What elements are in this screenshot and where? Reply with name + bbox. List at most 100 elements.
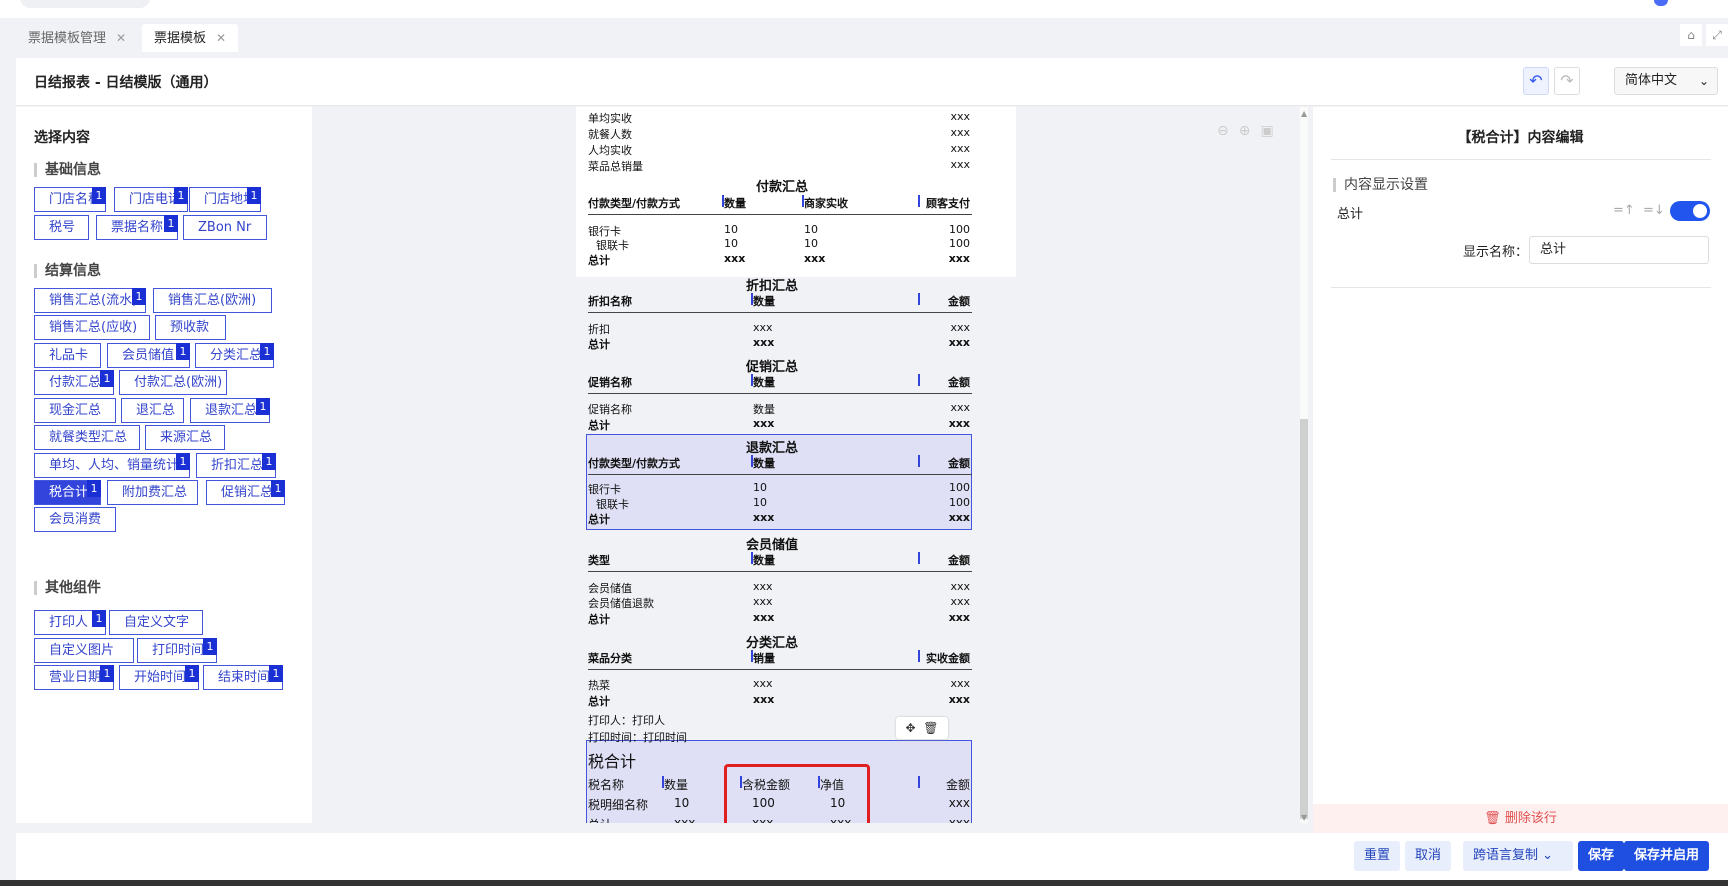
chip-item[interactable]: 付款汇总(欧洲) <box>119 370 227 395</box>
cell: xxx <box>724 252 746 265</box>
redo-button[interactable]: ↷ <box>1554 67 1580 95</box>
column-marker[interactable] <box>918 293 920 305</box>
chip-item[interactable]: 会员消费 <box>34 507 116 532</box>
column-marker[interactable] <box>918 776 920 788</box>
count-badge: 1 <box>92 187 106 204</box>
column-marker[interactable] <box>918 650 920 662</box>
chip-item[interactable]: 退款汇总 1 <box>190 398 270 423</box>
chip-item[interactable]: 税合计 1 <box>34 480 101 505</box>
chip-label: 打印时间 <box>152 643 205 658</box>
chip-item[interactable]: 预收款 <box>155 315 226 340</box>
count-badge: 1 <box>174 187 188 204</box>
cell: xxx <box>753 417 775 430</box>
cell: xxx <box>753 677 773 690</box>
count-badge: 1 <box>203 638 217 655</box>
chip-item[interactable]: 就餐类型汇总 <box>34 425 140 450</box>
chip-item[interactable]: 折扣汇总 1 <box>196 453 276 478</box>
chip-item[interactable]: 税号 <box>34 215 89 240</box>
chip-item[interactable]: 门店地址 1 <box>189 187 261 212</box>
zoom-in-icon[interactable]: ⊕ <box>1239 123 1251 139</box>
section-title: 促销汇总 <box>746 360 799 375</box>
chip-item[interactable]: 营业日期 1 <box>34 665 114 690</box>
chip-item[interactable]: 促销汇总 1 <box>206 480 285 505</box>
chip-item[interactable]: 单均、人均、销量统计 1 <box>34 453 190 478</box>
close-icon[interactable]: ✕ <box>216 31 226 45</box>
column-marker[interactable] <box>918 195 920 207</box>
count-badge: 1 <box>269 665 283 682</box>
copy-language-button[interactable]: 跨语言复制 ⌄ <box>1463 841 1573 871</box>
chip-item[interactable]: 门店名称 1 <box>34 187 106 212</box>
chip-item[interactable]: 现金汇总 <box>34 398 116 423</box>
chip-label: 税号 <box>49 220 76 235</box>
trash-icon: 🗑 <box>1484 811 1505 826</box>
chip-item[interactable]: 自定义图片 <box>34 638 134 663</box>
chip-item[interactable]: 结束时间 1 <box>203 665 283 690</box>
column-marker[interactable] <box>918 374 920 386</box>
reset-button[interactable]: 重置 <box>1354 841 1401 871</box>
chip-item[interactable]: 打印人 1 <box>34 610 106 635</box>
chip-item[interactable]: 付款汇总 1 <box>34 370 114 395</box>
column-header: 促销名称 <box>588 376 632 389</box>
chip-item[interactable]: 销售汇总(流水) 1 <box>34 288 146 313</box>
chip-item[interactable]: 销售汇总(欧洲) <box>153 288 272 313</box>
tab-template[interactable]: 票据模板 ✕ <box>142 24 239 52</box>
undo-button[interactable]: ↶ <box>1523 67 1549 95</box>
save-enable-button[interactable]: 保存并启用 <box>1624 841 1710 871</box>
column-header: 付款类型/付款方式 <box>588 457 681 470</box>
column-header: 菜品分类 <box>588 652 632 665</box>
chip-item[interactable]: 分类汇总 1 <box>195 343 274 368</box>
chip-item[interactable]: 开始时间 1 <box>119 665 199 690</box>
move-icon[interactable]: ✥ <box>906 721 916 735</box>
delete-row-button[interactable]: 🗑 删除该行 <box>1313 804 1728 834</box>
display-name-input[interactable]: 总计 <box>1529 236 1709 264</box>
column-marker[interactable] <box>918 552 920 564</box>
chip-label: 销售汇总(流水) <box>49 293 138 308</box>
chip-item[interactable]: 来源汇总 <box>145 425 225 450</box>
close-icon[interactable]: ✕ <box>116 31 126 45</box>
scrollbar-thumb[interactable] <box>1300 419 1308 819</box>
user-dot-icon[interactable] <box>1654 0 1668 6</box>
chip-item[interactable]: 自定义文字 <box>109 610 203 635</box>
chip-item[interactable]: 会员储值 1 <box>107 343 190 368</box>
cell: xxx <box>948 417 970 430</box>
tab-template-manage[interactable]: 票据模板管理 ✕ <box>16 24 138 52</box>
chip-label: 税合计 <box>49 485 89 500</box>
sort-desc-icon[interactable]: =↓ <box>1643 203 1665 218</box>
column-marker[interactable] <box>918 455 920 467</box>
scroll-up-icon[interactable]: ▲ <box>1301 109 1307 118</box>
sort-asc-icon[interactable]: =↑ <box>1613 203 1635 218</box>
cell: xxx <box>948 693 970 706</box>
chip-item[interactable]: 礼品卡 <box>34 343 101 368</box>
cell: 总计 <box>588 816 612 823</box>
cell: 10 <box>804 237 818 250</box>
fit-icon[interactable]: ▣ <box>1260 123 1273 139</box>
chip-item[interactable]: 打印时间 1 <box>137 638 217 663</box>
chip-item[interactable]: 票据名称 1 <box>96 215 178 240</box>
chip-item[interactable]: 退汇总 <box>121 398 184 423</box>
divider <box>588 393 972 394</box>
cell: 10 <box>753 481 767 494</box>
chip-label: 销售汇总(欧洲) <box>168 293 257 308</box>
cancel-button[interactable]: 取消 <box>1405 841 1452 871</box>
cell: 折扣 <box>588 323 610 336</box>
chip-item[interactable]: 门店电话 1 <box>114 187 188 212</box>
chip-item[interactable]: 附加费汇总 <box>107 480 198 505</box>
language-select[interactable]: 简体中文 ⌄ <box>1614 67 1718 95</box>
section-basic: 基础信息 <box>34 163 101 177</box>
cell: xxx <box>753 511 775 524</box>
chip-item[interactable]: ZBon Nr <box>183 215 267 240</box>
save-button[interactable]: 保存 <box>1578 841 1625 871</box>
cell: xxx <box>753 693 775 706</box>
fullscreen-icon[interactable]: ⤢ <box>1706 24 1728 46</box>
chip-item[interactable]: 销售汇总(应收) <box>34 315 150 340</box>
lock-icon[interactable]: ⌂ <box>1680 24 1702 46</box>
scroll-down-icon[interactable]: ▼ <box>1301 813 1307 822</box>
cell: xxx <box>950 580 970 593</box>
chip-label: 票据名称 <box>111 220 164 235</box>
visibility-toggle[interactable] <box>1670 201 1710 221</box>
receipt-row-label: 单均实收 <box>588 112 632 125</box>
chip-label: 会员消费 <box>49 512 102 527</box>
zoom-out-icon[interactable]: ⊖ <box>1217 123 1229 139</box>
section-title: 税合计 <box>588 752 637 771</box>
delete-icon[interactable]: 🗑 <box>923 721 938 735</box>
